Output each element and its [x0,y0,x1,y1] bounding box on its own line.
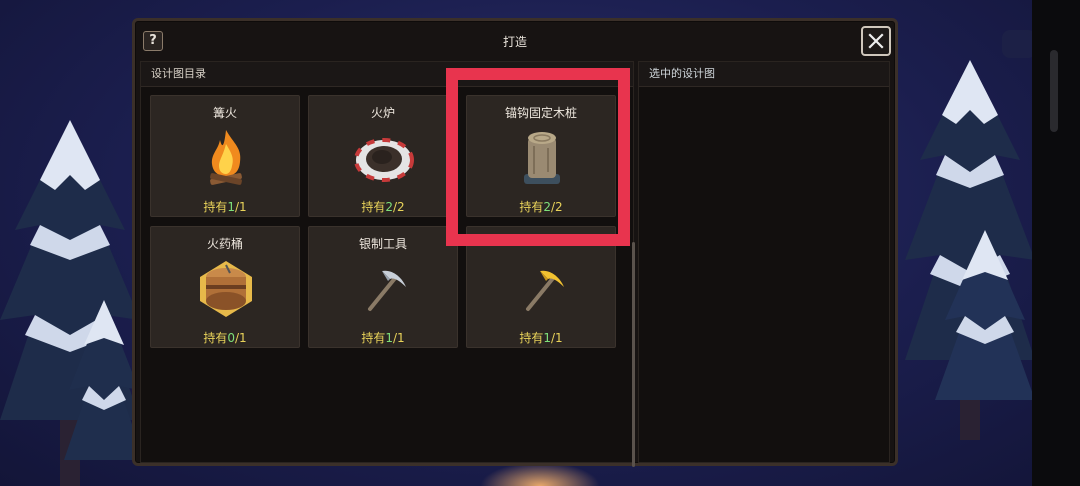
snowy-pine-tree-right-lower [935,230,1035,400]
campfire-icon [210,130,242,185]
held-current: 1 [227,200,235,214]
held-current: 1 [385,331,393,345]
held-count: 持有1/1 [151,198,299,215]
held-current: 0 [227,331,235,345]
blueprint-card-silver-tools[interactable]: 银制工具 持有1/1 [308,226,458,348]
held-label: 持有 [519,331,544,345]
close-icon [868,33,884,49]
title-bar: ? 打造 [135,21,895,61]
furnace-icon [354,138,414,182]
held-label: 持有 [361,331,386,345]
gold-pickaxe-icon [526,270,564,311]
silver-pickaxe-icon [368,270,406,311]
card-name: 篝火 [212,106,237,120]
system-side-bar [1032,0,1080,486]
side-bar-handle[interactable] [1050,50,1058,132]
card-name: 火炉 [370,106,395,120]
window-title: 打造 [502,35,527,49]
selected-blueprint-panel: 选中的设计图 [638,61,890,463]
blueprint-card-furnace[interactable]: 火炉 持有2/2 [308,95,458,217]
close-button[interactable] [861,26,891,56]
highlight-box [446,68,630,246]
held-total: /1 [234,200,247,214]
held-count: 持有0/1 [151,329,299,346]
side-button-ghost [1002,30,1036,58]
powder-keg-icon [200,261,252,317]
card-name: 银制工具 [358,237,407,251]
held-total: /1 [234,331,247,345]
catalog-scrollbar[interactable] [632,242,635,467]
card-name: 火药桶 [206,237,243,251]
held-count: 持有1/1 [309,329,457,346]
held-total: /1 [550,331,563,345]
held-current: 1 [543,331,551,345]
held-label: 持有 [203,200,228,214]
held-total: /2 [392,200,405,214]
held-count: 持有1/1 [467,329,615,346]
held-total: /1 [392,331,405,345]
blueprint-card-powder-keg[interactable]: 火药桶 持有0/1 [150,226,300,348]
held-label: 持有 [203,331,228,345]
held-count: 持有2/2 [309,198,457,215]
held-label: 持有 [361,200,386,214]
held-current: 2 [385,200,393,214]
blueprint-card-bonfire[interactable]: 篝火 持有1/1 [150,95,300,217]
selected-header: 选中的设计图 [639,62,889,87]
